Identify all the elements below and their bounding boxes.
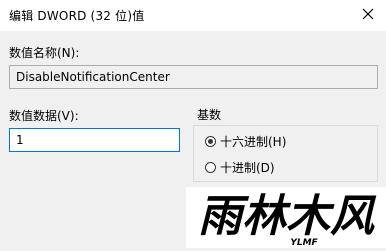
title-bar: 编辑 DWORD (32 位)值 [0, 0, 386, 31]
close-icon[interactable] [360, 6, 376, 22]
base-group-title: 基数 [197, 108, 222, 122]
radio-decimal[interactable]: 十进制(D) [205, 159, 275, 176]
value-data-field[interactable]: 1 [9, 128, 180, 152]
radio-unchecked-icon [205, 162, 216, 173]
svg-text:YLMF: YLMF [290, 238, 318, 248]
value-name-label: 数值名称(N): [9, 46, 80, 60]
radio-decimal-label: 十进制(D) [220, 161, 275, 175]
radio-hexadecimal-label: 十六进制(H) [220, 135, 287, 149]
radio-hexadecimal[interactable]: 十六进制(H) [205, 133, 286, 150]
value-name-field[interactable]: DisableNotificationCenter [9, 65, 378, 89]
watermark-logo: 雨林木风 YLMF [186, 187, 386, 248]
svg-text:雨林木风: 雨林木风 [198, 191, 377, 242]
value-data-label: 数值数据(V): [9, 109, 79, 123]
window-title: 编辑 DWORD (32 位)值 [9, 9, 145, 23]
radio-checked-icon [205, 136, 216, 147]
